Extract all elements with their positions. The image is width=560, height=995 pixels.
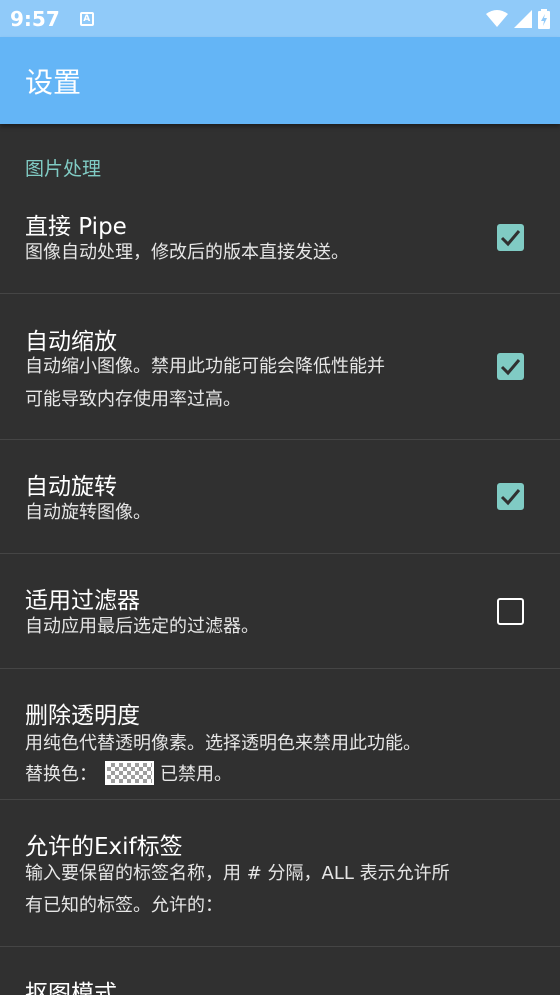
check-icon (500, 489, 521, 506)
pref-summary-line1: 用纯色代替透明像素。选择透明色来禁用此功能。 (25, 733, 421, 754)
pref-title: 允许的Exif标签 (25, 834, 183, 860)
status-bar: 9:57 A (0, 0, 560, 37)
pref-summary-line1: 输入要保留的标签名称，用 # 分隔，ALL 表示允许所 (25, 863, 450, 884)
pref-summary-line2: 有已知的标签。允许的： (25, 895, 223, 916)
page-title: 设置 (25, 65, 82, 99)
pref-title: 抠图模式 (25, 981, 117, 995)
check-icon (500, 230, 521, 247)
pref-summary: 图像自动处理，修改后的版本直接发送。 (25, 242, 349, 263)
transparency-swatch (105, 761, 154, 785)
pref-title: 适用过滤器 (25, 588, 140, 614)
replace-color-label: 替换色： (25, 764, 97, 785)
pref-allowed-exif-tags[interactable]: 允许的Exif标签 输入要保留的标签名称，用 # 分隔，ALL 表示允许所 有已… (0, 800, 560, 947)
pref-direct-pipe[interactable]: 直接 Pipe 图像自动处理，修改后的版本直接发送。 (0, 192, 560, 294)
app-bar: 设置 (0, 37, 560, 124)
pref-auto-scale[interactable]: 自动缩放 自动缩小图像。禁用此功能可能会降低性能并 可能导致内存使用率过高。 (0, 294, 560, 440)
pref-title: 自动缩放 (25, 329, 117, 355)
pref-cutout-mode[interactable]: 抠图模式 (0, 947, 560, 995)
checkbox-auto-rotate[interactable] (497, 483, 524, 510)
pref-remove-transparency[interactable]: 删除透明度 用纯色代替透明像素。选择透明色来禁用此功能。 替换色： 已禁用。 (0, 669, 560, 800)
pref-summary: 自动旋转图像。 (25, 502, 151, 523)
replace-color-row: 替换色： 已禁用。 (25, 760, 232, 790)
pref-title: 删除透明度 (25, 703, 140, 729)
settings-list[interactable]: 图片处理 直接 Pipe 图像自动处理，修改后的版本直接发送。 自动缩放 自动缩… (0, 124, 560, 995)
pref-summary: 自动应用最后选定的过滤器。 (25, 616, 259, 637)
signal-icon (514, 9, 532, 28)
pref-summary-line2: 可能导致内存使用率过高。 (25, 389, 241, 410)
pref-title: 自动旋转 (25, 474, 117, 500)
checkbox-auto-scale[interactable] (497, 353, 524, 380)
checkbox-direct-pipe[interactable] (497, 224, 524, 251)
replace-color-status: 已禁用。 (160, 764, 232, 785)
checkbox-apply-filter[interactable] (497, 598, 524, 625)
battery-icon (538, 8, 550, 29)
pref-auto-rotate[interactable]: 自动旋转 自动旋转图像。 (0, 440, 560, 554)
wifi-icon (486, 9, 508, 27)
check-icon (500, 359, 521, 376)
category-header: 图片处理 (25, 158, 102, 180)
pref-title: 直接 Pipe (25, 214, 127, 240)
status-time: 9:57 (10, 6, 60, 31)
pref-apply-filter[interactable]: 适用过滤器 自动应用最后选定的过滤器。 (0, 554, 560, 669)
a-notification-icon: A (79, 11, 94, 26)
status-icons (486, 8, 550, 29)
pref-summary-line1: 自动缩小图像。禁用此功能可能会降低性能并 (25, 356, 385, 377)
